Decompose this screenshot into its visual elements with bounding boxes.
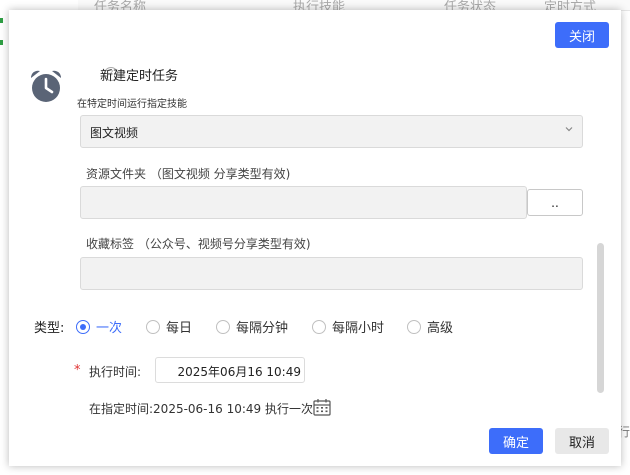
alarm-clock-icon: [30, 70, 62, 102]
dialog-title: 新建定时任务: [100, 69, 179, 84]
browse-folder-button[interactable]: ..: [527, 189, 583, 216]
confirm-button[interactable]: 确定: [489, 428, 543, 454]
radio-label: 每隔小时: [332, 321, 385, 336]
bg-left-marker: [0, 40, 3, 45]
radio-circle: [76, 319, 90, 334]
radio-circle: [216, 319, 230, 334]
resource-folder-label: 资源文件夹 （图文视频 分享类型有效): [86, 167, 291, 181]
radio-every-minutes[interactable]: 每隔分钟: [216, 317, 288, 336]
exec-time-label: 执行时间:: [89, 365, 142, 379]
resource-folder-input[interactable]: [80, 186, 527, 219]
dialog-subtitle: 在特定时间运行指定技能: [77, 99, 187, 110]
radio-circle: [407, 319, 421, 334]
skill-select-value: 图文视频: [90, 126, 139, 140]
radio-advanced[interactable]: 高级: [407, 317, 453, 336]
new-scheduled-task-dialog: 关闭 ? 新建定时任务 在特定时间运行指定技能 图文视频 资源文件夹 （图文视频…: [9, 10, 621, 466]
exec-time-value: 2025年06月16 10:49: [177, 365, 301, 379]
close-button[interactable]: 关闭: [555, 22, 609, 48]
exec-time-input[interactable]: 2025年06月16 10:49: [155, 357, 305, 383]
radio-circle: [146, 319, 160, 334]
radio-circle: [312, 319, 326, 334]
radio-once[interactable]: 一次: [76, 317, 122, 336]
radio-every-hours[interactable]: 每隔小时: [312, 317, 384, 336]
cancel-button[interactable]: 取消: [555, 428, 609, 454]
bg-left-marker: [0, 18, 3, 23]
radio-label: 高级: [427, 321, 454, 336]
schedule-summary: 在指定时间:2025-06-16 10:49 执行一次: [89, 402, 313, 416]
favorite-tag-input[interactable]: [80, 257, 583, 290]
favorite-tag-label: 收藏标签 （公众号、视频号分享类型有效): [86, 237, 311, 251]
calendar-icon[interactable]: [312, 397, 332, 417]
required-mark: *: [74, 363, 81, 378]
chevron-down-icon: [565, 127, 573, 132]
radio-label: 每日: [166, 321, 193, 336]
radio-label: 每隔分钟: [236, 321, 289, 336]
type-radio-group: 一次 每日 每隔分钟 每隔小时 高级: [9, 317, 609, 336]
radio-daily[interactable]: 每日: [146, 317, 192, 336]
radio-label: 一次: [96, 321, 123, 336]
skill-select[interactable]: 图文视频: [80, 115, 583, 148]
